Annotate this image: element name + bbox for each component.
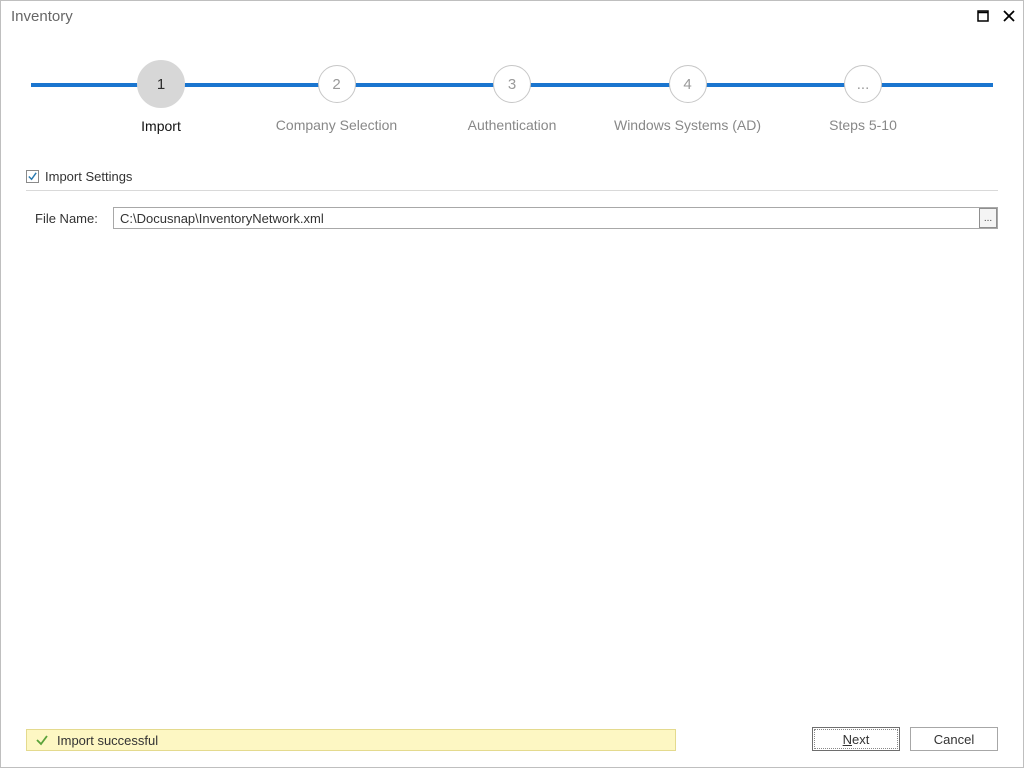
next-button[interactable]: Next [812,727,900,751]
footer: Import successful Next Cancel [1,721,1023,767]
maximize-button[interactable] [975,8,991,24]
file-name-input-wrap: ... [113,207,998,229]
step-authentication[interactable]: 3 Authentication [432,53,592,134]
step-number: 4 [669,65,707,103]
import-settings-header: Import Settings [26,169,998,191]
step-number: 1 [137,60,185,108]
browse-button[interactable]: ... [979,208,997,228]
step-number: 2 [318,65,356,103]
check-icon [27,171,38,182]
inventory-wizard-window: Inventory [0,0,1024,768]
step-label: Company Selection [257,117,417,133]
maximize-icon [977,10,989,22]
wizard-buttons: Next Cancel [812,727,998,751]
file-name-row: File Name: ... [35,207,998,229]
status-bar: Import successful [26,729,676,751]
window-controls [975,8,1017,24]
success-check-icon [35,733,49,747]
import-settings-checkbox[interactable] [26,170,39,183]
ellipsis-icon: ... [984,213,992,224]
status-text: Import successful [57,733,158,748]
content-area: 1 Import 2 Company Selection 3 Authentic… [1,31,1023,767]
file-name-label: File Name: [35,211,113,226]
step-more[interactable]: ... Steps 5-10 [783,53,943,134]
step-windows-systems-ad[interactable]: 4 Windows Systems (AD) [608,53,768,134]
step-import[interactable]: 1 Import [81,53,241,134]
step-number: 3 [493,65,531,103]
step-label: Steps 5-10 [783,117,943,133]
close-button[interactable] [1001,8,1017,24]
step-label: Import [81,118,241,134]
cancel-button[interactable]: Cancel [910,727,998,751]
file-name-input[interactable] [113,207,998,229]
wizard-stepper: 1 Import 2 Company Selection 3 Authentic… [21,53,1003,135]
titlebar: Inventory [1,1,1023,31]
window-title: Inventory [11,8,73,25]
step-label: Windows Systems (AD) [608,117,768,133]
close-icon [1003,10,1015,22]
step-company-selection[interactable]: 2 Company Selection [257,53,417,134]
step-label: Authentication [432,117,592,133]
stepper-nodes: 1 Import 2 Company Selection 3 Authentic… [21,53,1003,134]
step-number: ... [844,65,882,103]
import-settings-label: Import Settings [45,169,132,184]
